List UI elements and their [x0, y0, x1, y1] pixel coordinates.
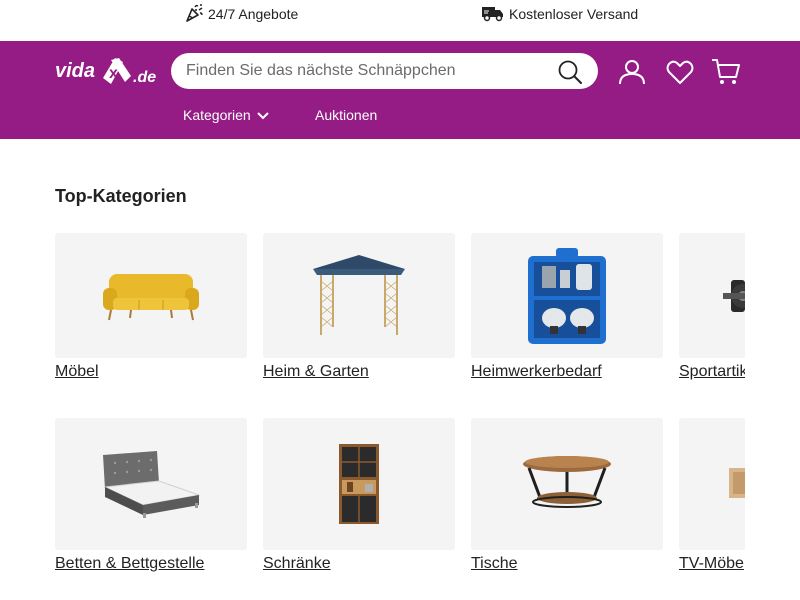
nav-auctions-label: Auktionen [315, 107, 378, 123]
category-label[interactable]: Heim & Garten [263, 363, 369, 381]
cabinet-image [263, 418, 455, 550]
nav-categories-label: Kategorien [183, 107, 251, 123]
category-label[interactable]: TV-Möbe [679, 555, 744, 573]
category-card-sports[interactable]: Sportartik [679, 233, 745, 380]
usp-bar: 24/7 Angebote Kostenloser Versand [0, 0, 800, 41]
usp-offers-text: 24/7 Angebote [208, 6, 299, 22]
usp-shipping: Kostenloser Versand [481, 0, 638, 28]
round-table-image [471, 418, 663, 550]
category-label[interactable]: Möbel [55, 363, 99, 381]
category-card-cabinets[interactable]: Schränke [263, 418, 455, 572]
nav-auctions[interactable]: Auktionen [315, 103, 377, 127]
category-card-beds[interactable]: Betten & Bettgestelle [55, 418, 247, 572]
bed-image [55, 418, 247, 550]
category-card-diy[interactable]: Heimwerkerbedarf [471, 233, 663, 380]
usp-shipping-text: Kostenloser Versand [509, 6, 639, 22]
heart-icon[interactable] [664, 56, 696, 88]
account-icon[interactable] [616, 56, 648, 88]
search-icon[interactable] [556, 58, 584, 86]
spray-gun-kit-image [471, 233, 663, 358]
usp-offers: 24/7 Angebote [184, 0, 298, 28]
party-popper-icon [184, 3, 208, 26]
nav-categories[interactable]: Kategorien [183, 103, 269, 127]
sports-equipment-image [679, 233, 745, 358]
chevron-down-icon [251, 107, 269, 123]
category-label[interactable]: Tische [471, 555, 518, 573]
top-categories-grid: Möbel Heim & Garten Heimwerkerbedarf Spo… [0, 230, 745, 600]
svg-text:.de: .de [133, 69, 156, 86]
vidaxl-logo[interactable]: vida x .de [55, 54, 157, 88]
search-bar [171, 53, 598, 89]
category-label[interactable]: Schränke [263, 555, 331, 573]
section-title: Top-Kategorien [55, 186, 187, 206]
svg-text:x: x [109, 65, 118, 82]
site-header: vida x .de Finden Sie das nächste Schnäp… [0, 41, 800, 139]
category-card-home-garden[interactable]: Heim & Garten [263, 233, 455, 380]
category-label[interactable]: Heimwerkerbedarf [471, 363, 602, 381]
tv-furniture-image [679, 418, 745, 550]
category-card-tables[interactable]: Tische [471, 418, 663, 572]
category-label[interactable]: Sportartik [679, 363, 745, 381]
gazebo-image [263, 233, 455, 358]
category-label[interactable]: Betten & Bettgestelle [55, 555, 204, 573]
sofa-image [55, 233, 247, 358]
cart-icon[interactable] [710, 56, 742, 88]
truck-icon [481, 3, 509, 26]
search-input[interactable] [186, 56, 556, 86]
category-card-tv-furniture[interactable]: TV-Möbe [679, 418, 745, 572]
category-card-furniture[interactable]: Möbel [55, 233, 247, 380]
svg-text:vida: vida [55, 60, 95, 82]
